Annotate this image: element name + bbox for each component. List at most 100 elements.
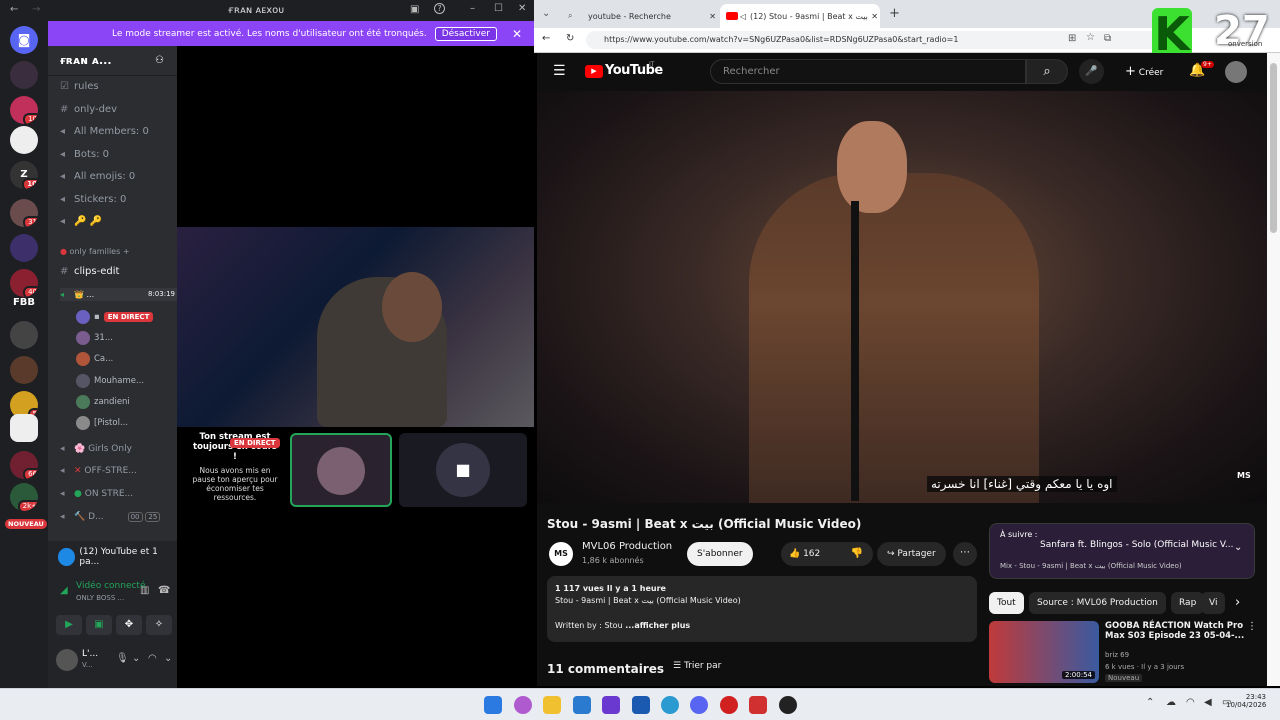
voice-channel-active[interactable]: ◂ 👑 ... 8:03:19 <box>60 288 177 301</box>
favorite-star-icon[interactable]: ☆ <box>1086 32 1095 43</box>
participant-tile-active[interactable] <box>290 433 392 507</box>
reload-icon[interactable]: ↻ <box>566 33 574 44</box>
chevron-right-icon[interactable]: › <box>1235 595 1240 610</box>
back-arrow-icon[interactable]: ← <box>10 4 18 15</box>
outlook-icon[interactable] <box>632 696 650 714</box>
help-icon[interactable]: ? <box>434 3 445 14</box>
chip-all[interactable]: Tout <box>989 592 1024 614</box>
clock[interactable]: 23:43 10/04/2026 <box>1226 693 1266 709</box>
noise-icon[interactable]: ▥ <box>140 585 149 596</box>
inbox-icon[interactable]: ▣ <box>410 4 419 15</box>
server-fbb[interactable]: FBB <box>10 289 38 317</box>
soundboard-button[interactable]: ✧ <box>146 615 172 635</box>
add-channel-icon[interactable]: + <box>123 247 130 256</box>
chevron-up-icon[interactable]: ⌃ <box>1146 697 1154 708</box>
channel-only-dev[interactable]: # only-dev <box>60 104 117 115</box>
server-icon[interactable]: 2k+ <box>10 483 38 511</box>
voice-search-icon[interactable]: 🎤 <box>1079 59 1104 84</box>
cloud-icon[interactable]: ☁ <box>1166 697 1176 708</box>
create-button[interactable]: + Créer <box>1125 61 1171 83</box>
copilot-icon[interactable] <box>514 696 532 714</box>
close-tab-icon[interactable]: ✕ <box>709 12 716 21</box>
like-button[interactable]: 👍 162 <box>781 542 841 566</box>
category-header[interactable]: ● only familles + <box>60 247 130 256</box>
channel-all-members[interactable]: ◂ All Members: 0 <box>60 126 149 137</box>
tab-youtube-video[interactable]: ◁ (12) Stou - 9asmi | Beat x بيت ✕ <box>720 4 880 28</box>
file-explorer-icon[interactable] <box>543 696 561 714</box>
subscribe-button[interactable]: S'abonner <box>687 542 753 566</box>
rec-channel[interactable]: briz 69 <box>1105 651 1129 659</box>
start-windows-icon[interactable] <box>484 696 502 714</box>
server-icon[interactable] <box>10 234 38 262</box>
search-button-icon[interactable]: ⌕ <box>1026 59 1068 84</box>
voice-user[interactable]: zandieni <box>76 395 130 409</box>
account-avatar[interactable] <box>1225 61 1247 83</box>
server-icon[interactable] <box>10 356 38 384</box>
microphone-icon[interactable]: 🎙 <box>116 653 129 664</box>
edge-browser-icon[interactable] <box>661 696 679 714</box>
back-arrow-icon[interactable]: ← <box>542 33 550 44</box>
app-icon[interactable] <box>720 696 738 714</box>
voice-user[interactable]: 31... <box>76 331 113 345</box>
channel-rules[interactable]: ☑ rules <box>60 81 99 92</box>
close-tab-icon[interactable]: ✕ <box>871 12 878 21</box>
disable-button[interactable]: Désactiver <box>434 26 497 41</box>
chip-rap[interactable]: Rap <box>1171 592 1205 614</box>
app-icon[interactable] <box>749 696 767 714</box>
extensions-icon[interactable]: ⧉ <box>1104 33 1111 44</box>
store-icon[interactable] <box>573 696 591 714</box>
channel-bots[interactable]: ◂ Bots: 0 <box>60 149 109 160</box>
reader-icon[interactable]: ⊞ <box>1068 33 1076 44</box>
sort-button[interactable]: ☰ Trier par <box>673 661 721 671</box>
scrollbar[interactable] <box>1267 53 1280 686</box>
server-header[interactable]: ғʀᴀɴ ᴀ... ⚇ <box>48 46 177 76</box>
stream-video[interactable] <box>177 227 534 427</box>
more-vert-icon[interactable]: ⋮ <box>1247 621 1257 632</box>
channel-off-stream[interactable]: ◂ ✕ OFF-STRE... <box>60 466 137 476</box>
more-actions-icon[interactable]: ⋯ <box>953 542 977 566</box>
menu-icon[interactable]: ☰ <box>553 63 566 79</box>
screen-share-button[interactable]: ▣ <box>86 615 112 635</box>
voice-user[interactable]: Mouhame... <box>76 374 144 388</box>
chip-source[interactable]: Source : MVL06 Production <box>1029 592 1166 614</box>
participant-tile[interactable]: ■ <box>399 433 527 507</box>
server-icon[interactable]: 10 <box>10 96 38 124</box>
chevron-down-icon[interactable]: ⌄ <box>164 653 172 664</box>
minimize-icon[interactable]: – <box>470 3 475 14</box>
chevron-down-icon[interactable]: ⌄ <box>132 653 140 664</box>
tab-youtube-search[interactable]: ⌕ youtube - Recherche ✕ <box>558 4 718 28</box>
tab-list-icon[interactable]: ⌄ <box>542 8 550 19</box>
close-icon[interactable]: ✕ <box>518 3 526 14</box>
close-banner-icon[interactable]: ✕ <box>512 27 522 41</box>
rec-title[interactable]: GOOBA RÉACTION Watch Pro Max S03 Episode… <box>1105 621 1245 641</box>
server-icon[interactable]: Z 10 <box>10 161 38 189</box>
show-more-link[interactable]: ...afficher plus <box>625 621 690 630</box>
channel-avatar[interactable]: MS <box>549 542 573 566</box>
audio-icon[interactable]: ◁ <box>740 12 746 21</box>
app-icon[interactable] <box>602 696 620 714</box>
add-member-icon[interactable]: ⚇ <box>155 55 164 66</box>
description-box[interactable]: 1 117 vues Il y a 1 heure Stou - 9asmi |… <box>547 576 977 642</box>
server-icon[interactable]: 31 <box>10 199 38 227</box>
youtube-logo-icon[interactable]: ▶ <box>585 65 603 78</box>
share-button[interactable]: ↪ Partager <box>877 542 946 566</box>
dislike-button[interactable]: 👎 <box>841 542 873 566</box>
chevron-down-icon[interactable]: ⌄ <box>1234 542 1242 553</box>
forward-arrow-icon[interactable]: → <box>32 4 40 15</box>
activities-button[interactable]: ✥ <box>116 615 142 635</box>
maximize-icon[interactable]: ☐ <box>494 3 503 14</box>
channel-clips-edit[interactable]: # clips-edit <box>60 266 119 277</box>
search-input[interactable]: Rechercher <box>710 59 1026 84</box>
chip-more[interactable]: Vi <box>1201 592 1226 614</box>
video-player[interactable]: MS اوه يا يا معكم وقتي [غناء] انا خسرته <box>537 91 1267 503</box>
obs-icon[interactable] <box>779 696 797 714</box>
disconnect-icon[interactable]: ☎ <box>158 585 170 596</box>
volume-icon[interactable]: ◀ <box>1204 697 1212 708</box>
channel-name[interactable]: MVL06 Production <box>582 541 672 552</box>
channel-girls-only[interactable]: ◂ 🌸 Girls Only <box>60 444 132 454</box>
discord-home-icon[interactable]: ◙ <box>10 26 38 54</box>
channel-keys[interactable]: ◂ 🔑 🔑 <box>60 216 102 227</box>
channel-stickers[interactable]: ◂ Stickers: 0 <box>60 194 126 205</box>
new-tab-icon[interactable]: + <box>889 6 900 21</box>
server-icon[interactable] <box>10 126 38 154</box>
